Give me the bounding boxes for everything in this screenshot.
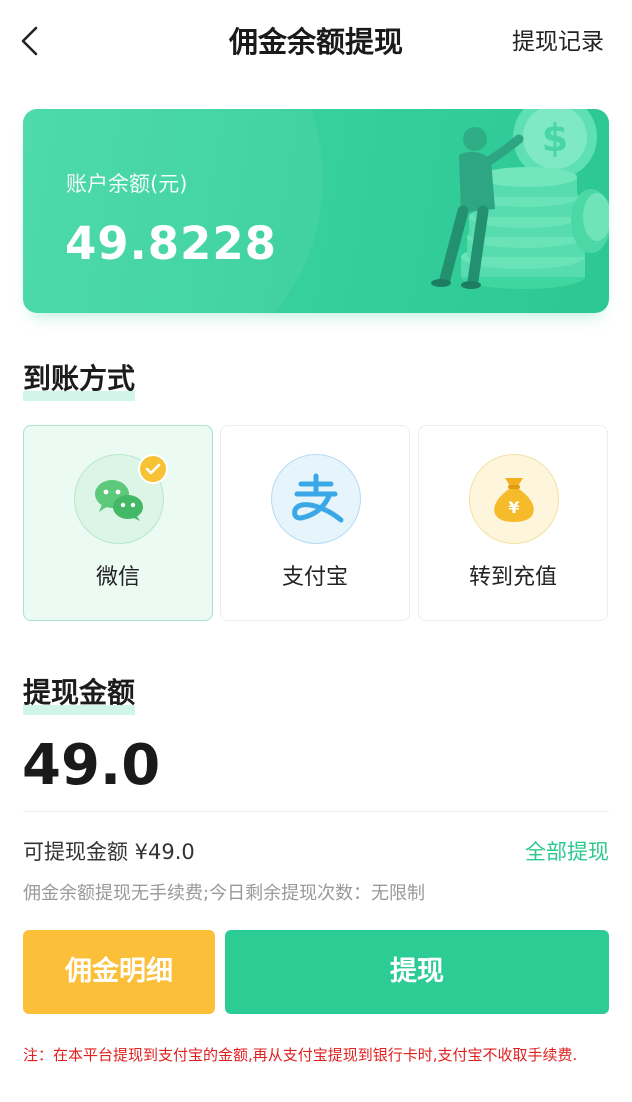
svg-text:$: $ bbox=[542, 116, 568, 160]
alipay-icon bbox=[292, 473, 344, 523]
method-label: 支付宝 bbox=[281, 565, 348, 590]
method-option-wechat[interactable]: 微信 bbox=[23, 425, 213, 621]
svg-text:¥: ¥ bbox=[508, 498, 519, 517]
card-decoration bbox=[23, 109, 323, 313]
selected-check-badge bbox=[138, 454, 168, 484]
withdraw-amount-input[interactable]: 49.0 bbox=[22, 734, 160, 798]
withdraw-button[interactable]: 提现 bbox=[225, 930, 609, 1014]
balance-label: 账户余额(元) bbox=[66, 172, 188, 196]
withdraw-amount-title: 提现金额 bbox=[23, 673, 136, 715]
commission-detail-button[interactable]: 佣金明细 bbox=[23, 930, 215, 1014]
method-option-alipay[interactable]: 支付宝 bbox=[220, 425, 410, 621]
alipay-icon-circle bbox=[271, 454, 361, 544]
notice-text: 注：在本平台提现到支付宝的金额,再从支付宝提现到银行卡时,支付宝不收取手续费. bbox=[23, 1046, 578, 1064]
withdraw-history-link[interactable]: 提现记录 bbox=[512, 24, 604, 60]
fee-hint-text: 佣金余额提现无手续费;今日剩余提现次数：无限制 bbox=[23, 883, 426, 904]
withdraw-all-link[interactable]: 全部提现 bbox=[525, 836, 609, 868]
available-amount-row: 可提现金额 ¥49.0 全部提现 bbox=[23, 836, 609, 868]
money-bag-icon-circle: ¥ bbox=[469, 454, 559, 544]
available-amount-text: 可提现金额 ¥49.0 bbox=[23, 840, 195, 864]
divider bbox=[23, 811, 609, 812]
balance-card: 账户余额(元) 49.8228 $ bbox=[23, 109, 609, 313]
header: 佣金余额提现 提现记录 bbox=[0, 0, 632, 84]
method-option-recharge[interactable]: ¥ 转到充值 bbox=[418, 425, 608, 621]
balance-value: 49.8228 bbox=[65, 217, 277, 270]
check-icon bbox=[145, 463, 161, 475]
withdraw-amount-title-text: 提现金额 bbox=[23, 676, 136, 709]
coins-person-illustration: $ bbox=[431, 109, 609, 289]
method-label: 微信 bbox=[95, 565, 140, 590]
payout-method-title-text: 到账方式 bbox=[23, 362, 136, 395]
payout-method-title: 到账方式 bbox=[23, 359, 136, 401]
money-bag-icon: ¥ bbox=[494, 478, 534, 522]
method-label: 转到充值 bbox=[468, 565, 557, 590]
